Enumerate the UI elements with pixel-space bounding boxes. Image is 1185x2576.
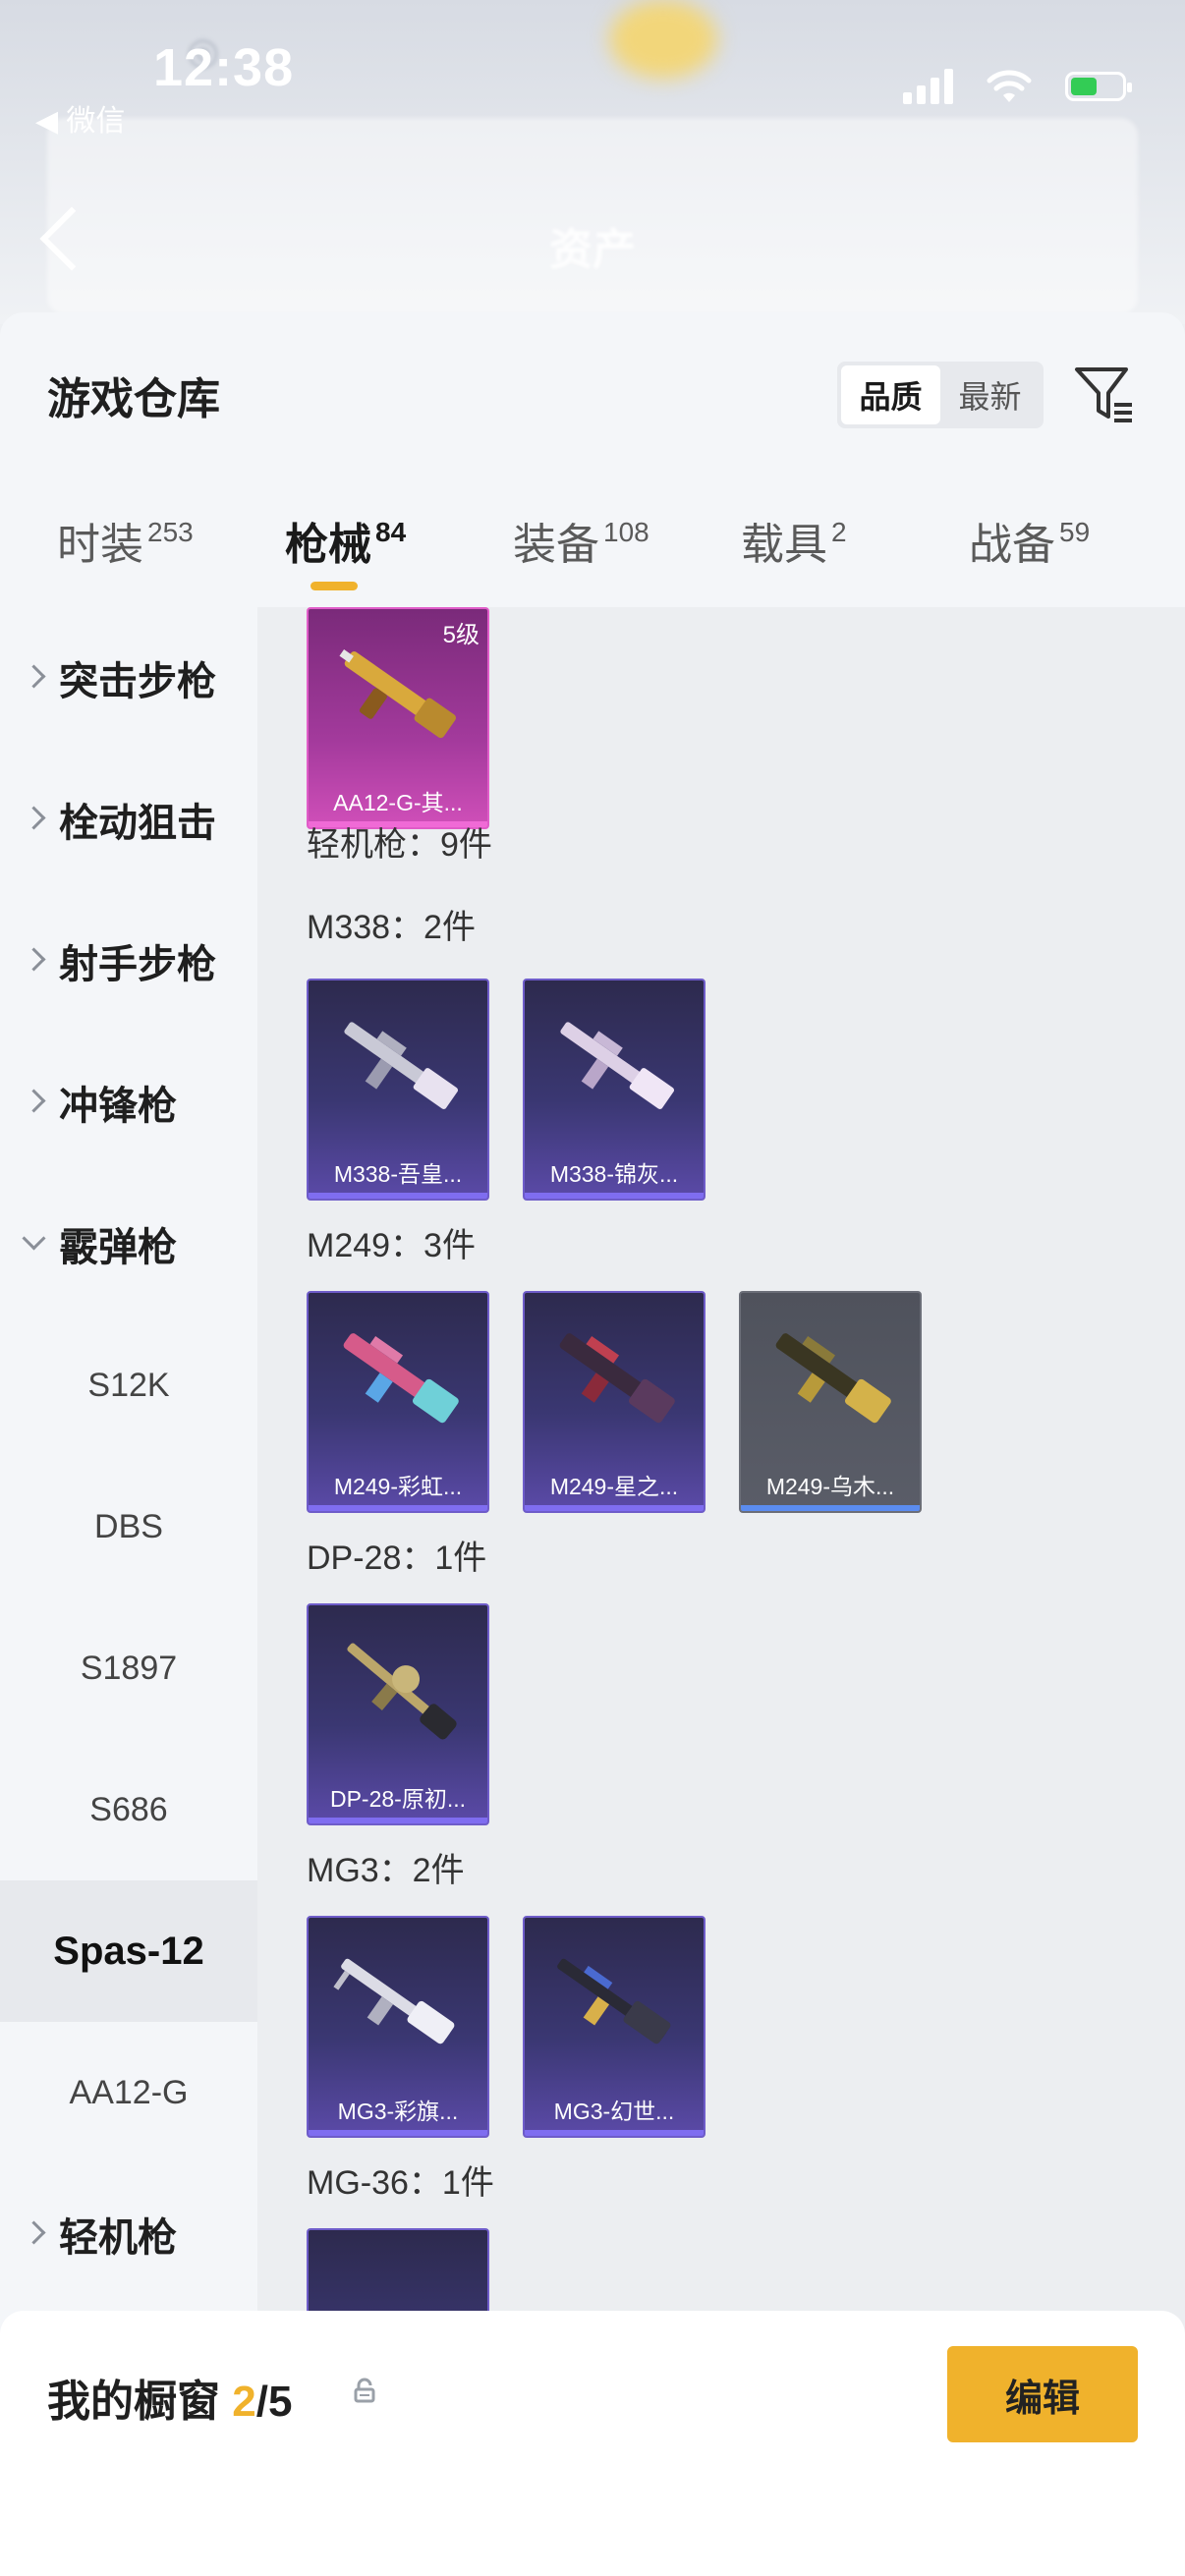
weapon-level: 5级 [442, 622, 480, 648]
battery-icon [1065, 72, 1132, 101]
weapon-card[interactable]: MG3-彩旗... [307, 1916, 489, 2138]
tab-guns[interactable]: 枪械 84 [285, 509, 406, 572]
cellular-signal-icon [903, 69, 953, 104]
lock-icon [354, 2378, 375, 2403]
nav-sub-dbs[interactable]: DBS [0, 1456, 257, 1597]
sheet-title: 游戏仓库 [47, 375, 220, 423]
chevron-right-icon [22, 2220, 46, 2245]
category-tabs: 时装 253 枪械 84 装备 108 载具 2 战备 59 [0, 499, 1185, 607]
nav-lmg[interactable]: 轻机枪 [0, 2163, 257, 2305]
gun-skin-icon [333, 1958, 455, 2044]
weapon-name: M338-吾皇... [333, 1161, 463, 1187]
sort-option-quality[interactable]: 品质 [841, 365, 940, 424]
nav-sub-aa12g[interactable]: AA12-G [0, 2022, 257, 2163]
gun-skin-icon [775, 1333, 891, 1424]
nav-smg[interactable]: 冲锋枪 [0, 1032, 257, 1173]
weapon-name: M338-锦灰... [549, 1161, 679, 1187]
tab-vehicles[interactable]: 载具 2 [741, 509, 847, 572]
gun-skin-icon [559, 1333, 675, 1424]
chevron-right-icon [22, 806, 46, 830]
nav-marksman-rifle[interactable]: 射手步枪 [0, 890, 257, 1032]
weapon-name: MG3-幻世... [553, 2099, 675, 2124]
weapon-name: M249-星之... [549, 1474, 679, 1499]
group-label-mg36: MG-36：1件 [307, 2164, 494, 2202]
chevron-right-icon [22, 947, 46, 972]
weapon-grid: 5级 AA12-G-其... 轻机枪：9件 M338：2件 M338-吾皇...… [257, 607, 1185, 2336]
group-label-dp28: DP-28：1件 [307, 1540, 487, 1577]
gun-skin-icon [344, 1022, 459, 1109]
edit-button[interactable]: 编辑 [947, 2346, 1138, 2442]
showcase-title: 我的橱窗 2/5 [47, 2378, 293, 2426]
weapon-name: MG3-彩旗... [337, 2099, 459, 2124]
tab-fashion[interactable]: 时装 253 [57, 509, 194, 572]
gun-skin-icon [560, 1022, 675, 1109]
chevron-right-icon [22, 664, 46, 689]
nav-sub-spas12[interactable]: Spas-12 [0, 1880, 257, 2022]
status-icons [903, 69, 1132, 104]
chevron-down-icon [22, 1226, 46, 1251]
chevron-right-icon [22, 1089, 46, 1113]
nav-bolt-sniper[interactable]: 栓动狙击 [0, 749, 257, 890]
showcase-total: /5 [255, 2378, 293, 2426]
status-back-app[interactable]: ◀ 微信 [35, 96, 125, 140]
category-count-label: 轻机枪：9件 [307, 826, 492, 864]
weapon-card[interactable]: M338-吾皇... [307, 979, 489, 1201]
showcase-used-count: 2 [232, 2378, 256, 2426]
weapon-card[interactable]: 5级 AA12-G-其... [307, 607, 489, 829]
group-label-m249: M249：3件 [307, 1227, 476, 1264]
weapon-card[interactable]: DP-28-原初... [307, 1603, 489, 1825]
gun-skin-icon [347, 1643, 457, 1740]
status-time: 12:38 [153, 38, 295, 97]
nav-sub-s1897[interactable]: S1897 [0, 1597, 257, 1739]
weapon-name: M249-彩虹... [333, 1474, 463, 1499]
active-tab-indicator [310, 582, 358, 590]
weapon-card[interactable]: M249-星之... [523, 1291, 705, 1513]
weapon-card[interactable]: M338-锦灰... [523, 979, 705, 1201]
tab-equipment[interactable]: 装备 108 [513, 509, 649, 572]
weapon-card[interactable]: M249-乌木... [739, 1291, 922, 1513]
nav-title: 资产 [549, 226, 636, 274]
nav-sub-s686[interactable]: S686 [0, 1739, 257, 1880]
group-label-mg3: MG3：2件 [307, 1852, 465, 1889]
blurred-coin-icon [609, 0, 717, 79]
background-header: ◎ 12:38 ◀ 微信 资产 [0, 0, 1185, 324]
nav-assault-rifle[interactable]: 突击步枪 [0, 607, 257, 749]
warehouse-sheet: 游戏仓库 品质 最新 时装 253 枪械 84 装备 108 载具 2 战备 59 突击步… [0, 312, 1185, 2576]
group-label-m338: M338：2件 [307, 909, 476, 946]
tab-combat-gear[interactable]: 战备 59 [969, 509, 1090, 572]
gun-skin-icon [343, 1333, 459, 1424]
weapon-name: M249-乌木... [765, 1474, 895, 1499]
weapon-card[interactable]: M249-彩虹... [307, 1291, 489, 1513]
weapon-card[interactable]: MG3-幻世... [523, 1916, 705, 2138]
sort-option-newest[interactable]: 最新 [940, 365, 1040, 424]
sort-toggle: 品质 最新 [837, 362, 1044, 428]
weapon-type-nav: 突击步枪 栓动狙击 射手步枪 冲锋枪 霰弹枪 S12K DBS S1897 S6… [0, 607, 257, 2336]
gun-skin-icon [339, 649, 457, 739]
weapon-name: AA12-G-其... [333, 790, 463, 815]
nav-shotgun[interactable]: 霰弹枪 [0, 1173, 257, 1315]
gun-skin-icon [557, 1958, 671, 2044]
nav-sub-s12k[interactable]: S12K [0, 1315, 257, 1456]
showcase-bar: 我的橱窗 2/5 编辑 [0, 2311, 1185, 2576]
weapon-name: DP-28-原初... [329, 1786, 467, 1812]
filter-icon[interactable] [1071, 362, 1136, 426]
wifi-icon [987, 70, 1032, 102]
